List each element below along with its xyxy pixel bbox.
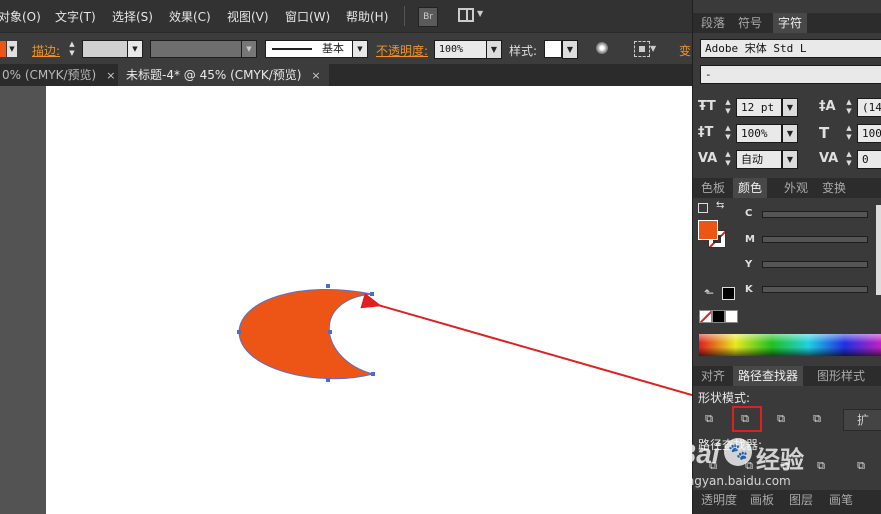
tab-transform[interactable]: 变换 — [817, 178, 851, 198]
black-slider[interactable] — [762, 286, 868, 293]
anchor-point[interactable] — [328, 330, 332, 334]
intersect-icon[interactable]: ⧉ — [772, 411, 790, 427]
anchor-point[interactable] — [326, 284, 330, 288]
tab-character[interactable]: 字符 — [773, 13, 808, 33]
kerning-dropdown[interactable]: ▼ — [782, 150, 798, 169]
tab-graphic-styles[interactable]: 图形样式 — [812, 366, 870, 386]
tab-glyphs[interactable]: 符号 — [733, 13, 767, 33]
tab-paragraph[interactable]: 段落 — [696, 13, 730, 33]
vertical-scale-icon: ‡T — [698, 125, 714, 140]
merge-icon[interactable]: ⧉ — [776, 458, 794, 474]
kerning-stepper[interactable]: ▲ ▼ — [724, 150, 732, 168]
color-spectrum[interactable] — [699, 334, 881, 356]
shape-modes-label: 形状模式: — [698, 391, 751, 405]
value-fields-edge[interactable] — [876, 205, 881, 295]
bottom-panel-tabs: 透明度 画板 图层 画笔 — [693, 490, 881, 514]
tracking-icon: VA — [819, 151, 839, 166]
horizontal-scale-icon: T — [819, 124, 830, 142]
tab-align[interactable]: 对齐 — [696, 366, 730, 386]
font-size-stepper[interactable]: ▲ ▼ — [724, 98, 732, 116]
tab-artboards[interactable]: 画板 — [745, 490, 779, 510]
magenta-slider[interactable] — [762, 236, 868, 243]
white-swatch[interactable] — [725, 310, 738, 323]
crescent-shape[interactable] — [238, 288, 375, 380]
character-panel-tabs: 段落 符号 字符 — [693, 13, 881, 33]
tab-layers[interactable]: 图层 — [784, 490, 818, 510]
default-colors-icon[interactable] — [698, 203, 708, 213]
kerning-icon: VA — [698, 151, 718, 166]
black-swatch[interactable] — [722, 287, 735, 300]
cyan-slider[interactable] — [762, 211, 868, 218]
none-swatch[interactable] — [699, 310, 712, 323]
out-of-gamut-icon[interactable]: ⬑ — [704, 286, 714, 300]
yellow-label: Y — [745, 259, 753, 270]
tab-color[interactable]: 颜色 — [733, 178, 768, 198]
unite-icon[interactable]: ⧉ — [700, 411, 718, 427]
tab-appearance[interactable]: 外观 — [779, 178, 813, 198]
yellow-slider[interactable] — [762, 261, 868, 268]
horizontal-scale-stepper[interactable]: ▲ ▼ — [845, 124, 853, 142]
exclude-icon[interactable]: ⧉ — [808, 411, 826, 427]
tracking-stepper[interactable]: ▲ ▼ — [845, 150, 853, 168]
trim-icon[interactable]: ⧉ — [740, 458, 758, 474]
font-size-icon: ŦT — [698, 99, 716, 114]
magenta-label: M — [745, 234, 755, 245]
cyan-label: C — [745, 208, 753, 219]
tab-pathfinder[interactable]: 路径查找器 — [733, 366, 804, 386]
black-swatch[interactable] — [712, 310, 725, 323]
pathfinder-panel-tabs: 对齐 路径查找器 图形样式 — [693, 366, 881, 386]
crop-icon[interactable]: ⧉ — [812, 458, 830, 474]
anchor-point[interactable] — [370, 292, 374, 296]
vertical-scale-stepper[interactable]: ▲ ▼ — [724, 124, 732, 142]
leading-stepper[interactable]: ▲ ▼ — [845, 98, 853, 116]
color-panel-tabs: 色板 颜色 外观 变换 — [693, 178, 881, 198]
vertical-scale-dropdown[interactable]: ▼ — [782, 124, 798, 143]
highlight-box — [732, 406, 762, 432]
leading-icon: ‡A — [819, 99, 836, 114]
font-size-dropdown[interactable]: ▼ — [782, 98, 798, 117]
black-label: K — [745, 284, 753, 295]
expand-button[interactable]: 扩 — [843, 409, 881, 431]
font-style-field[interactable]: - — [700, 65, 881, 84]
fill-color-swatch[interactable] — [698, 220, 718, 240]
anchor-point[interactable] — [371, 372, 375, 376]
anchor-point[interactable] — [237, 330, 241, 334]
font-family-field[interactable]: Adobe 宋体 Std L — [700, 39, 881, 58]
outline-icon[interactable]: ⧉ — [852, 458, 870, 474]
leading-field[interactable]: (14. — [857, 98, 881, 117]
tab-brushes[interactable]: 画笔 — [824, 490, 858, 510]
swap-colors-icon[interactable]: ⇆ — [716, 200, 724, 211]
artwork-layer — [237, 284, 692, 396]
font-size-field[interactable]: 12 pt — [736, 98, 782, 117]
divide-icon[interactable]: ⧉ — [704, 458, 722, 474]
tab-transparency[interactable]: 透明度 — [696, 490, 742, 510]
pathfinders-label: 路径查找器: — [698, 438, 763, 452]
tab-swatches[interactable]: 色板 — [696, 178, 730, 198]
anchor-point[interactable] — [326, 378, 330, 382]
vertical-scale-field[interactable]: 100% — [736, 124, 782, 143]
horizontal-scale-field[interactable]: 100% — [857, 124, 881, 143]
kerning-field[interactable]: 自动 — [736, 150, 782, 169]
annotation-arrow — [360, 292, 692, 396]
tracking-field[interactable]: 0 — [857, 150, 881, 169]
